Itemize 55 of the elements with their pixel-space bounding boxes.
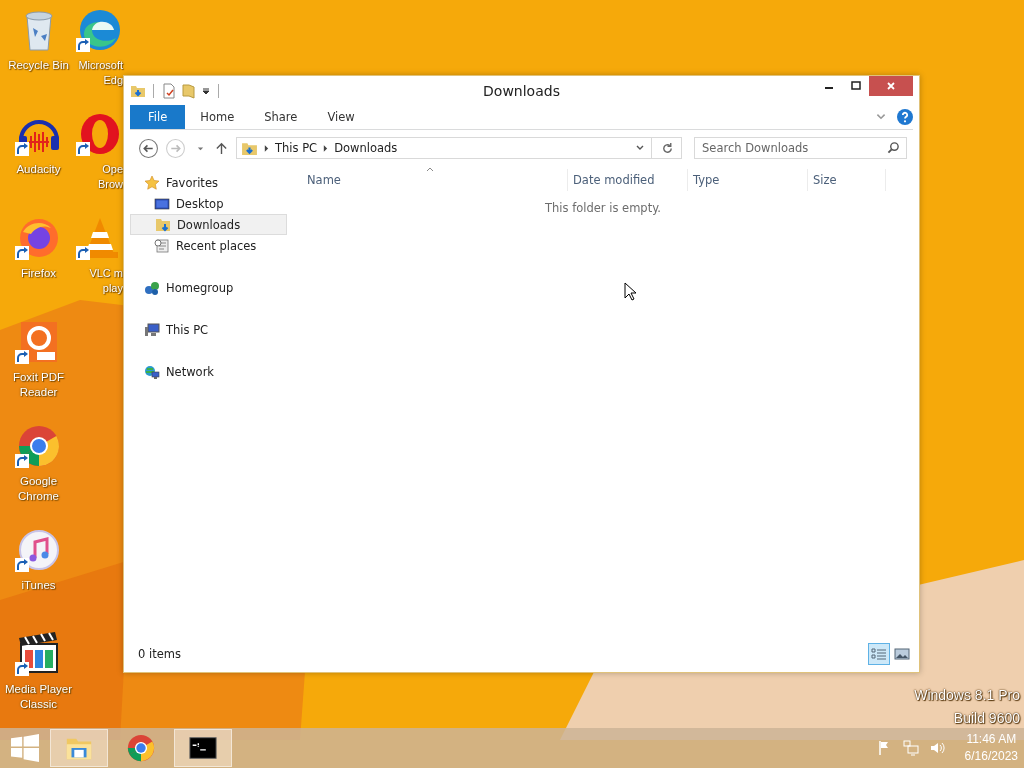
search-icon	[887, 141, 900, 154]
windows-logo-icon	[11, 734, 39, 762]
chrome-icon	[126, 733, 156, 763]
maximize-icon	[850, 81, 861, 91]
address-bar[interactable]: This PC Downloads	[236, 137, 682, 159]
shortcut-arrow-icon	[76, 38, 90, 52]
recent-places-icon	[154, 237, 170, 254]
up-arrow-icon[interactable]	[215, 141, 228, 155]
breadcrumb[interactable]: Downloads	[334, 141, 398, 155]
homegroup-icon	[144, 279, 160, 296]
column-header[interactable]: Name	[307, 169, 568, 191]
mouse-pointer-icon	[624, 282, 636, 302]
details-view-icon	[871, 647, 887, 661]
search-field[interactable]: Search Downloads	[694, 137, 907, 159]
shortcut-arrow-icon	[76, 246, 90, 260]
clock-date: 6/16/2023	[964, 748, 1018, 765]
breadcrumb[interactable]: This PC	[275, 141, 318, 155]
clock-time: 11:46 AM	[966, 731, 1017, 748]
ribbon-tab[interactable]: Share	[249, 105, 313, 129]
breadcrumb-arrow-icon[interactable]	[323, 144, 329, 152]
breadcrumb-arrow-icon[interactable]	[264, 144, 269, 152]
refresh-icon[interactable]	[661, 141, 674, 155]
ribbon-tab[interactable]: Home	[185, 105, 250, 129]
computer-icon	[144, 321, 160, 338]
nav-item[interactable]: Network	[130, 361, 287, 382]
column-header[interactable]: Type	[688, 169, 808, 191]
nav-item[interactable]: Favorites	[130, 172, 287, 193]
star-icon	[144, 174, 160, 191]
help-icon[interactable]	[897, 109, 913, 125]
properties-icon[interactable]	[161, 82, 177, 99]
file-explorer-taskbar-button[interactable]	[50, 729, 108, 767]
monitor-icon	[154, 195, 170, 212]
nav-item[interactable]: Homegroup	[130, 277, 287, 298]
folder-download-icon	[155, 216, 171, 233]
close-icon	[886, 81, 896, 91]
command-prompt-taskbar-button[interactable]	[174, 729, 232, 767]
nav-item[interactable]: Downloads	[130, 214, 287, 235]
shortcut-arrow-icon	[76, 142, 90, 156]
window-title: Downloads	[483, 82, 560, 99]
ribbon-tab[interactable]: View	[312, 105, 370, 129]
customize-dropdown-icon[interactable]	[201, 85, 211, 96]
item-count: 0 items	[138, 647, 181, 661]
column-header[interactable]: Size	[808, 169, 886, 191]
windows-version-text: Build 9600	[953, 709, 1020, 728]
column-header[interactable]: Date modified	[568, 169, 688, 191]
close-button[interactable]	[869, 76, 913, 96]
nav-item[interactable]: This PC	[130, 319, 287, 340]
windows-version-text: Windows 8.1 Pro	[914, 686, 1020, 705]
network-icon	[144, 363, 160, 380]
nav-item[interactable]: Desktop	[130, 193, 287, 214]
empty-folder-message: This folder is empty.	[545, 201, 661, 215]
ribbon-tab[interactable]: File	[130, 105, 186, 129]
thumbnails-view-icon	[894, 647, 910, 661]
back-button[interactable]	[138, 137, 159, 159]
nav-item[interactable]: Recent places	[130, 235, 287, 256]
